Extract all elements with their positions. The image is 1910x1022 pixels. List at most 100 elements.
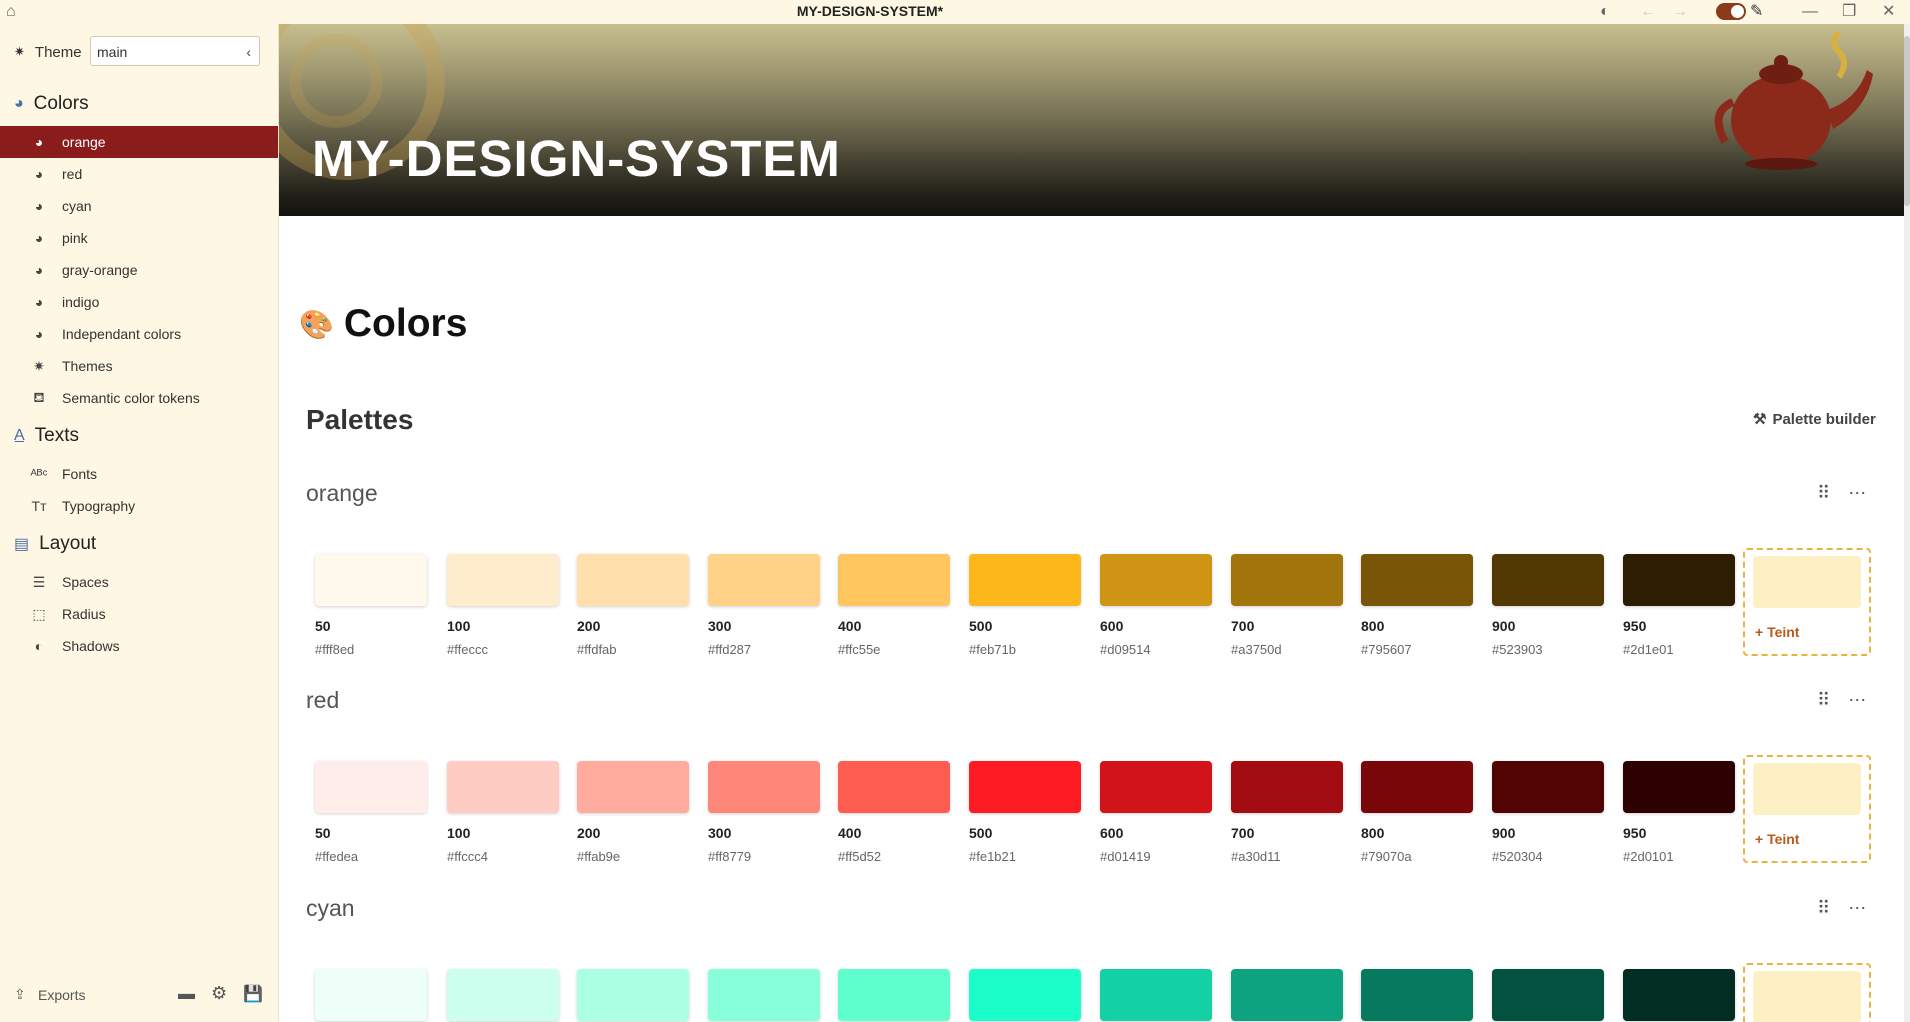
section-title: Layout — [39, 533, 97, 554]
more-options-icon[interactable]: ⋯ — [1848, 690, 1866, 711]
teint-placeholder — [1753, 763, 1861, 815]
color-swatch[interactable] — [447, 554, 559, 606]
theme-select[interactable]: main ‹ — [90, 36, 260, 66]
color-swatch[interactable] — [577, 554, 689, 606]
chevron-left-icon[interactable]: ‹ — [246, 37, 251, 67]
color-swatch[interactable] — [708, 969, 820, 1021]
contrast-icon[interactable]: ◐ — [1600, 2, 1610, 22]
color-swatch[interactable] — [1100, 554, 1212, 606]
exports-button[interactable]: Exports — [38, 987, 85, 1003]
teapot-icon — [1714, 32, 1873, 170]
color-swatch[interactable] — [1623, 969, 1735, 1021]
sidebar-item-gray-orange[interactable]: ◕ gray-orange — [0, 254, 278, 286]
sidebar-item-label: Shadows — [62, 638, 120, 654]
color-swatch[interactable] — [447, 761, 559, 813]
palette-icon: ◕ — [14, 95, 24, 112]
scrollbar[interactable] — [1904, 24, 1910, 1022]
color-swatch[interactable] — [1361, 969, 1473, 1021]
forward-arrow-icon[interactable]: → — [1672, 2, 1688, 22]
close-icon[interactable]: ✕ — [1882, 2, 1895, 22]
sidebar-item-pink[interactable]: ◕ pink — [0, 222, 278, 254]
palette-actions: ⠿ ⋯ — [1817, 483, 1866, 504]
edit-mode-toggle[interactable] — [1716, 3, 1746, 20]
swirl-decoration — [289, 34, 383, 128]
restore-icon[interactable]: ❐ — [1842, 2, 1856, 22]
sidebar-item-shadows[interactable]: ◐ Shadows — [0, 630, 278, 662]
sidebar-item-label: cyan — [62, 198, 92, 214]
color-swatch[interactable] — [1231, 554, 1343, 606]
more-options-icon[interactable]: ⋯ — [1848, 898, 1866, 919]
sidebar-item-radius[interactable]: ⬚ Radius — [0, 598, 278, 630]
color-swatch[interactable] — [838, 761, 950, 813]
sidebar-item-typography[interactable]: Tт Typography — [0, 490, 278, 522]
color-swatch[interactable] — [1623, 761, 1735, 813]
color-swatch[interactable] — [1492, 554, 1604, 606]
hex-label: #a3750d — [1231, 642, 1282, 657]
color-swatch[interactable] — [969, 761, 1081, 813]
palette-icon: ◕ — [34, 198, 44, 214]
hex-label: #ffedea — [315, 849, 359, 864]
sidebar-item-spaces[interactable]: ☰ Spaces — [0, 566, 278, 598]
color-swatch[interactable] — [838, 554, 950, 606]
section-layout[interactable]: ▤ Layout — [14, 530, 96, 558]
color-swatch[interactable] — [315, 761, 427, 813]
minimize-icon[interactable]: — — [1802, 2, 1818, 22]
hex-label: #523903 — [1492, 642, 1543, 657]
shade-label: 100 — [447, 825, 471, 841]
palette-icon: ◕ — [34, 294, 44, 310]
color-swatch[interactable] — [1361, 761, 1473, 813]
color-swatch[interactable] — [969, 969, 1081, 1021]
color-swatch[interactable] — [447, 969, 559, 1021]
color-swatch[interactable] — [1492, 969, 1604, 1021]
color-swatch[interactable] — [1361, 554, 1473, 606]
color-swatch[interactable] — [315, 969, 427, 1021]
sidebar-item-indigo[interactable]: ◕ indigo — [0, 286, 278, 318]
sidebar-item-red[interactable]: ◕ red — [0, 158, 278, 190]
palette-actions: ⠿ ⋯ — [1817, 898, 1866, 919]
drag-handle-icon[interactable]: ⠿ — [1817, 898, 1830, 919]
color-swatch[interactable] — [577, 761, 689, 813]
palette-name[interactable]: cyan — [306, 895, 355, 922]
section-texts[interactable]: A̲ Texts — [14, 422, 79, 450]
drag-handle-icon[interactable]: ⠿ — [1817, 690, 1830, 711]
color-swatch[interactable] — [708, 554, 820, 606]
color-swatch[interactable] — [577, 969, 689, 1021]
back-arrow-icon[interactable]: ← — [1640, 2, 1656, 22]
folder-icon[interactable]: ▬ — [178, 984, 195, 1004]
more-options-icon[interactable]: ⋯ — [1848, 483, 1866, 504]
save-icon[interactable]: 💾 — [243, 984, 263, 1004]
palette-name[interactable]: orange — [306, 480, 378, 507]
color-swatch[interactable] — [1231, 761, 1343, 813]
sidebar-item-fonts[interactable]: ᴬᴮᶜ Fonts — [0, 458, 278, 490]
color-swatch[interactable] — [969, 554, 1081, 606]
color-swatch[interactable] — [708, 761, 820, 813]
shade-label: 900 — [1492, 618, 1516, 634]
color-swatch[interactable] — [1492, 761, 1604, 813]
sidebar-item-themes[interactable]: ✷ Themes — [0, 350, 278, 382]
add-teint-button[interactable]: + Teint — [1743, 548, 1871, 656]
color-swatch[interactable] — [1100, 969, 1212, 1021]
palette-builder-button[interactable]: ⚒ Palette builder — [1753, 410, 1876, 429]
sidebar-item-orange[interactable]: ◕ orange — [0, 126, 278, 158]
text-icon: A̲ — [14, 427, 25, 444]
sidebar-item-label: Spaces — [62, 574, 109, 590]
banner-title: MY-DESIGN-SYSTEM — [312, 130, 841, 187]
sidebar-item-semantic-color-tokens[interactable]: ⛾ Semantic color tokens — [0, 382, 278, 414]
add-teint-button[interactable]: + Teint — [1743, 755, 1871, 863]
gear-icon[interactable]: ⚙ — [211, 983, 227, 1004]
sidebar-item-independant-colors[interactable]: ◕ Independant colors — [0, 318, 278, 350]
color-swatch[interactable] — [1100, 761, 1212, 813]
hex-label: #fff8ed — [315, 642, 355, 657]
sidebar-item-label: Independant colors — [62, 326, 182, 342]
palette-name[interactable]: red — [306, 687, 339, 714]
shade-label: 800 — [1361, 825, 1385, 841]
color-swatch[interactable] — [838, 969, 950, 1021]
pencil-icon[interactable]: ✎ — [1750, 2, 1763, 22]
color-swatch[interactable] — [1623, 554, 1735, 606]
color-swatch[interactable] — [1231, 969, 1343, 1021]
sidebar-item-cyan[interactable]: ◕ cyan — [0, 190, 278, 222]
drag-handle-icon[interactable]: ⠿ — [1817, 483, 1830, 504]
section-colors[interactable]: ◕ Colors — [14, 90, 89, 118]
add-teint-button[interactable]: + Teint — [1743, 963, 1871, 1022]
color-swatch[interactable] — [315, 554, 427, 606]
